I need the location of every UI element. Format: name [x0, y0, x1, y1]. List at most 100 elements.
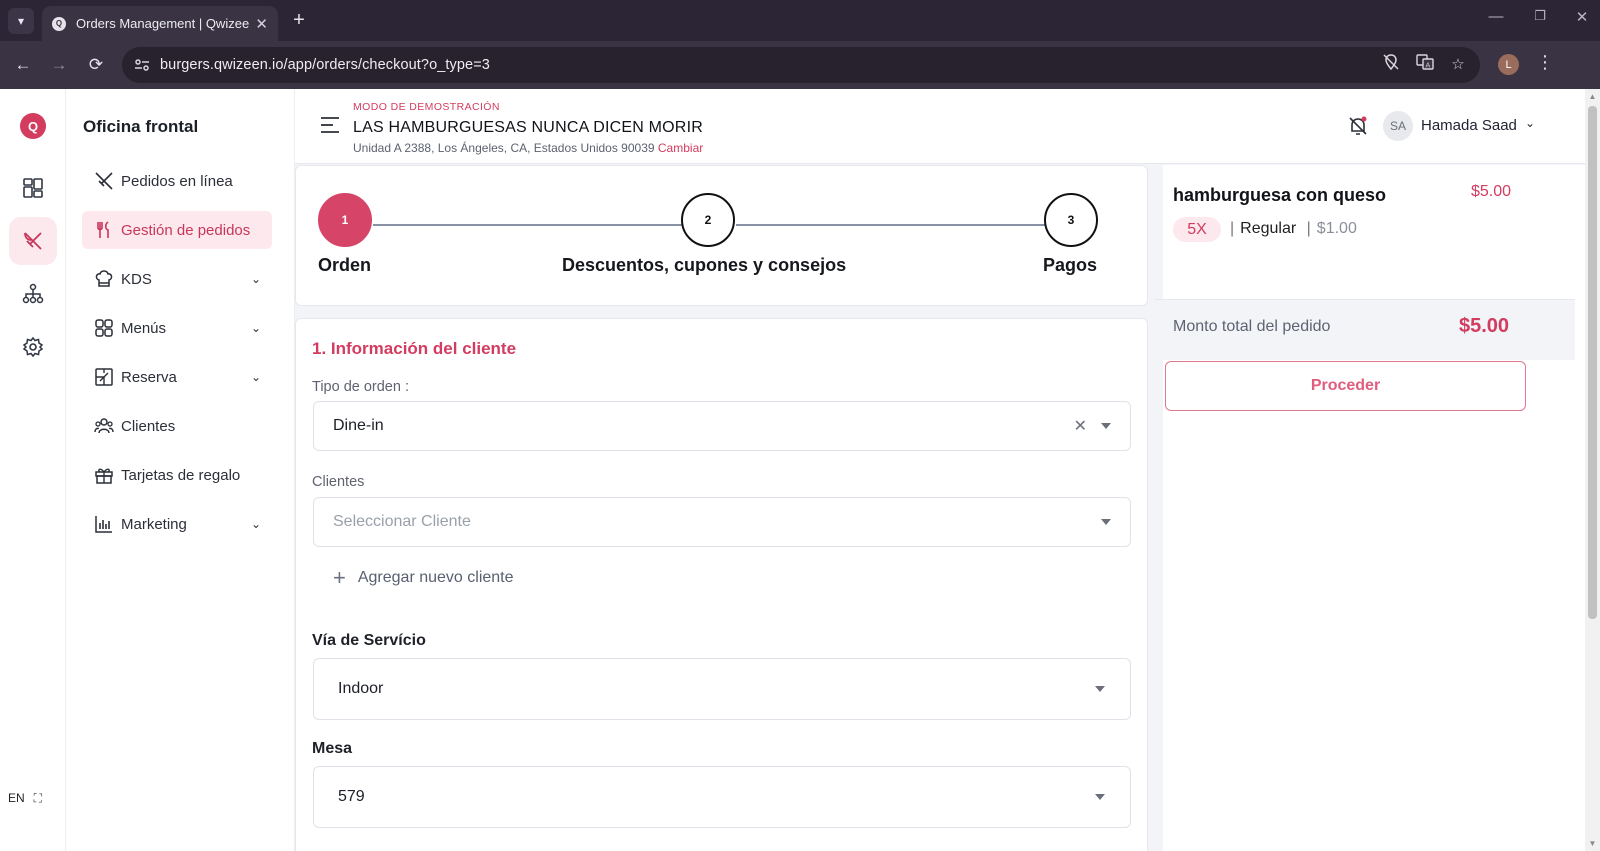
language-code: EN [8, 791, 25, 805]
chevron-down-icon: ⌄ [250, 272, 261, 286]
page-scrollbar[interactable]: ▲ ▼ [1585, 89, 1600, 851]
separator: | [1230, 220, 1235, 237]
add-new-client-button[interactable]: + Agregar nuevo cliente [333, 565, 514, 590]
top-header: MODO DE DEMOSTRACIÓN LAS HAMBURGUESAS NU… [295, 89, 1585, 164]
sidebar-item-label: Gestión de pedidos [121, 221, 251, 239]
step-2-circle[interactable]: 2 [681, 193, 735, 247]
bookmark-star-icon[interactable]: ☆ [1446, 53, 1470, 77]
fullscreen-icon[interactable]: ⛶ [34, 791, 42, 806]
svg-text:A: A [1426, 62, 1431, 70]
scroll-down-icon[interactable]: ▼ [1588, 839, 1597, 848]
chef-hat-icon [93, 268, 115, 290]
step-1-circle[interactable]: 1 [318, 193, 372, 247]
item-size: Regular [1240, 220, 1297, 237]
floorplan-icon [93, 366, 115, 388]
sidebar-item-order-management[interactable]: Gestión de pedidos [82, 211, 272, 249]
order-type-label: Tipo de orden : [312, 379, 409, 395]
sidebar-title: Oficina frontal [83, 117, 199, 136]
caret-down-icon [1095, 794, 1105, 800]
order-item-price: $5.00 [1471, 183, 1512, 200]
close-tab-icon[interactable]: ✕ [255, 15, 268, 33]
url-text: burgers.qwizeen.io/app/orders/checkout?o… [160, 57, 490, 73]
address-text: Unidad A 2388, Los Ángeles, CA, Estados … [353, 141, 655, 155]
scroll-thumb[interactable] [1588, 106, 1597, 619]
forward-icon[interactable]: → [47, 53, 71, 77]
customer-info-form: 1. Información del cliente Tipo de orden… [295, 318, 1148, 851]
reload-icon[interactable]: ⟳ [84, 53, 108, 77]
table-value: 579 [338, 788, 365, 805]
order-type-select[interactable]: Dine-in ✕ [313, 401, 1131, 451]
qwizeen-logo-icon[interactable]: Q [20, 113, 46, 139]
order-summary: hamburguesa con queso $5.00 5X | Regular … [1155, 165, 1585, 851]
new-tab-button[interactable]: + [288, 8, 310, 32]
demo-mode-label: MODO DE DEMOSTRACIÓN [353, 101, 500, 113]
sidebar-item-label: Marketing [121, 515, 187, 533]
sidebar-item-marketing[interactable]: Marketing ⌄ [82, 505, 272, 543]
clear-icon[interactable]: ✕ [1074, 416, 1087, 436]
bar-chart-icon [93, 513, 115, 535]
browser-tab[interactable]: Q Orders Management | Qwizeen ✕ [42, 6, 278, 41]
sidebar-item-label: Tarjetas de regalo [121, 466, 241, 484]
utensils-icon[interactable] [9, 217, 57, 265]
tab-title: Orders Management | Qwizeen [76, 16, 250, 31]
checkout-stepper: 1 2 3 Orden Descuentos, cupones y consej… [295, 165, 1148, 306]
step-connector [373, 224, 686, 226]
location-off-icon[interactable] [1379, 53, 1403, 77]
translate-icon[interactable]: A [1413, 53, 1437, 77]
caret-down-icon [1095, 686, 1105, 692]
org-chart-icon[interactable] [9, 270, 57, 318]
order-item-meta: | Regular | $1.00 [1230, 220, 1357, 238]
order-item-name: hamburguesa con queso [1173, 185, 1387, 205]
sidebar-item-online-orders[interactable]: Pedidos en línea [82, 162, 272, 200]
utensils-icon [93, 170, 115, 192]
client-select[interactable]: Seleccionar Cliente [313, 497, 1131, 547]
service-value: Indoor [338, 680, 384, 697]
sidebar-item-label: KDS [121, 270, 152, 288]
site-settings-icon[interactable] [131, 54, 153, 76]
step-connector [736, 224, 1048, 226]
window-close-icon[interactable]: ✕ [1568, 8, 1596, 26]
tab-search-button[interactable]: ▾ [8, 8, 34, 34]
app-root: Q EN ⛶ Oficina frontal Pedidos en línea [0, 89, 1600, 851]
sidebar-item-label: Menús [121, 319, 167, 337]
step-2-label: Descuentos, cupones y consejos [562, 255, 847, 275]
sidebar-item-reservation[interactable]: Reserva ⌄ [82, 358, 272, 396]
service-select[interactable]: Indoor [313, 658, 1131, 720]
step-3-circle[interactable]: 3 [1044, 193, 1098, 247]
sidebar-item-clients[interactable]: Clientes [82, 407, 272, 445]
browser-tab-strip: ▾ Q Orders Management | Qwizeen ✕ + — ❐ … [0, 0, 1600, 41]
browser-menu-icon[interactable]: ⋮ [1535, 52, 1555, 73]
total-label: Monto total del pedido [1173, 318, 1331, 335]
user-name[interactable]: Hamada Saad [1421, 117, 1517, 134]
table-select[interactable]: 579 [313, 766, 1131, 828]
sidebar-item-kds[interactable]: KDS ⌄ [82, 260, 272, 298]
sidebar-item-menus[interactable]: Menús ⌄ [82, 309, 272, 347]
table-label: Mesa [312, 740, 353, 757]
minimize-icon[interactable]: — [1482, 8, 1510, 25]
dashboard-icon[interactable] [9, 164, 57, 212]
user-avatar[interactable]: SA [1383, 111, 1413, 141]
sidebar: Oficina frontal Pedidos en línea Gestión… [66, 89, 295, 851]
restore-icon[interactable]: ❐ [1526, 8, 1554, 24]
service-label: Vía de Servício [312, 632, 426, 649]
gear-icon[interactable] [9, 323, 57, 371]
sidebar-item-label: Clientes [121, 417, 176, 435]
plus-icon: + [333, 565, 346, 590]
chevron-down-icon[interactable]: ⌄ [1525, 116, 1535, 130]
notifications-off-icon[interactable] [1347, 115, 1369, 137]
menu-toggle-icon[interactable] [319, 115, 341, 135]
back-icon[interactable]: ← [11, 53, 35, 77]
proceed-button[interactable]: Proceder [1165, 361, 1526, 411]
section-title: 1. Información del cliente [312, 339, 517, 358]
store-name: LAS HAMBURGUESAS NUNCA DICEN MORIR [353, 119, 703, 136]
clients-label: Clientes [312, 474, 365, 490]
scroll-up-icon[interactable]: ▲ [1588, 92, 1597, 101]
change-store-link[interactable]: Cambiar [658, 141, 703, 155]
sidebar-item-label: Pedidos en línea [121, 172, 233, 190]
quantity-badge: 5X [1173, 217, 1221, 242]
sidebar-item-gift-cards[interactable]: Tarjetas de regalo [82, 456, 272, 494]
chevron-down-icon: ⌄ [250, 321, 261, 335]
language-switcher[interactable]: EN ⛶ [8, 787, 54, 809]
profile-avatar[interactable]: L [1498, 54, 1519, 75]
address-bar[interactable]: burgers.qwizeen.io/app/orders/checkout?o… [122, 47, 1480, 83]
